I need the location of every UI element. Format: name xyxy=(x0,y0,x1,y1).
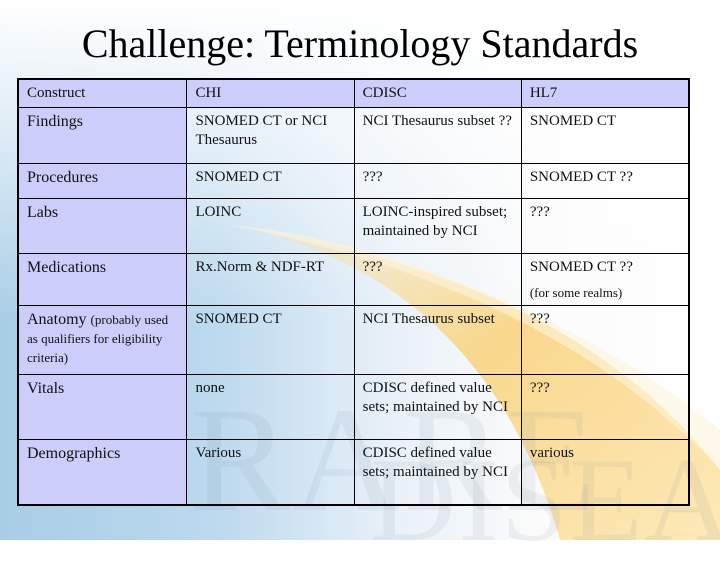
hl7-cell: various xyxy=(520,439,690,505)
header-chi: CHI xyxy=(186,78,355,108)
table-row: Findings SNOMED CT or NCI Thesaurus NCI … xyxy=(17,107,690,164)
table-header-row: Construct CHI CDISC HL7 xyxy=(17,78,690,108)
hl7-cell: ??? xyxy=(520,198,690,254)
construct-label: Vitals xyxy=(27,380,65,397)
table-row: Procedures SNOMED CT ??? SNOMED CT ?? xyxy=(17,163,690,199)
construct-label: Medications xyxy=(27,259,107,276)
construct-label: Demographics xyxy=(27,445,121,462)
table-row: Labs LOINC LOINC-inspired subset; mainta… xyxy=(17,198,690,254)
hl7-value: SNOMED CT xyxy=(529,113,617,129)
hl7-value: ??? xyxy=(529,311,550,327)
chi-cell: SNOMED CT or NCI Thesaurus xyxy=(186,107,355,164)
construct-cell: Demographics xyxy=(17,439,188,505)
slide-title: Challenge: Terminology Standards xyxy=(81,21,639,66)
chi-cell: LOINC xyxy=(186,198,355,254)
construct-cell: Labs xyxy=(17,198,188,254)
cdisc-cell: LOINC-inspired subset; maintained by NCI xyxy=(353,198,522,254)
construct-label: Procedures xyxy=(27,169,99,186)
table-row: Anatomy (probably used as qualifiers for… xyxy=(17,305,690,375)
chi-cell: Various xyxy=(186,439,355,505)
terminology-standards-table: Construct CHI CDISC HL7 Findings SNOMED … xyxy=(17,78,690,506)
hl7-cell: SNOMED CT ?? xyxy=(520,163,690,199)
construct-label: Findings xyxy=(27,113,84,130)
hl7-value: ??? xyxy=(529,380,550,396)
hl7-note: (for some realms) xyxy=(529,285,623,300)
construct-label: Labs xyxy=(27,204,59,221)
hl7-value: various xyxy=(529,445,574,461)
construct-cell: Anatomy (probably used as qualifiers for… xyxy=(17,305,188,375)
hl7-value: SNOMED CT ?? xyxy=(529,169,633,185)
construct-label: Anatomy xyxy=(27,311,87,328)
header-construct: Construct xyxy=(17,78,188,108)
cdisc-cell: CDISC defined value sets; maintained by … xyxy=(353,439,522,505)
hl7-value: SNOMED CT ?? xyxy=(529,259,633,275)
chi-cell: SNOMED CT xyxy=(186,163,355,199)
chi-cell: none xyxy=(186,374,355,440)
cdisc-cell: CDISC defined value sets; maintained by … xyxy=(353,374,522,440)
construct-cell: Medications xyxy=(17,253,188,306)
construct-cell: Vitals xyxy=(17,374,188,440)
header-cdisc: CDISC xyxy=(353,78,522,108)
hl7-cell: SNOMED CT ?? (for some realms) xyxy=(520,253,690,306)
table-row: Medications Rx.Norm & NDF-RT ??? SNOMED … xyxy=(17,253,690,306)
table-row: Vitals none CDISC defined value sets; ma… xyxy=(17,374,690,440)
cdisc-cell: ??? xyxy=(353,253,522,306)
hl7-cell: SNOMED CT xyxy=(520,107,690,164)
cdisc-cell: NCI Thesaurus subset ?? xyxy=(353,107,522,164)
hl7-cell: ??? xyxy=(520,305,690,375)
chi-cell: SNOMED CT xyxy=(186,305,355,375)
table-row: Demographics Various CDISC defined value… xyxy=(17,439,690,505)
header-hl7: HL7 xyxy=(520,78,690,108)
cdisc-cell: NCI Thesaurus subset xyxy=(353,305,522,375)
cdisc-cell: ??? xyxy=(353,163,522,199)
construct-cell: Findings xyxy=(17,107,188,164)
chi-cell: Rx.Norm & NDF-RT xyxy=(186,253,355,306)
hl7-value: ??? xyxy=(529,204,550,220)
hl7-cell: ??? xyxy=(520,374,690,440)
construct-cell: Procedures xyxy=(17,163,188,199)
